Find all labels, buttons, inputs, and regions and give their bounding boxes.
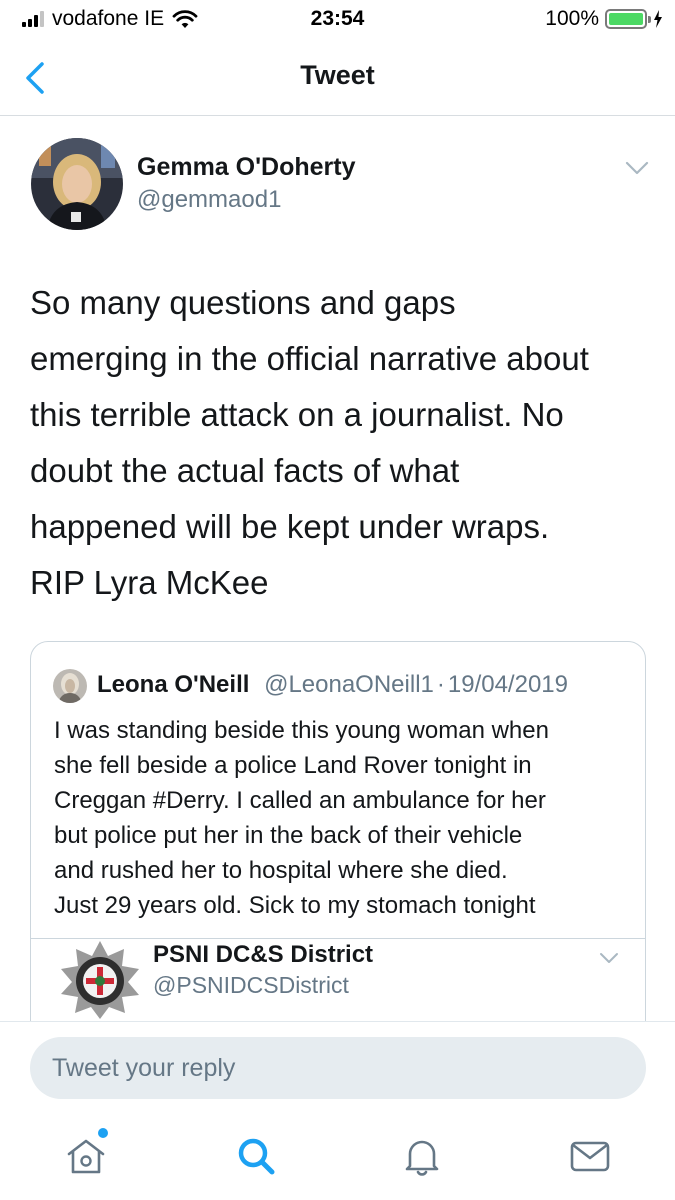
- tab-notifications[interactable]: [398, 1132, 446, 1180]
- page-title: Tweet: [300, 60, 375, 90]
- quoted-text-line: Just 29 years old. Sick to my stomach to…: [54, 892, 536, 919]
- psni-badge-avatar: [59, 939, 141, 1021]
- quoted-meta-separator: ·: [436, 671, 445, 698]
- quoted-text-line: and rushed her to hospital where she die…: [54, 857, 508, 884]
- chevron-down-icon: [600, 953, 618, 963]
- quoted-author-handle: @LeonaONeill1: [264, 671, 434, 698]
- quoted-text-line: I was standing beside this young woman w…: [54, 717, 549, 744]
- tweet-text: So many questions and gaps emerging in t…: [30, 275, 660, 611]
- author-handle: @gemmaod1: [137, 186, 282, 213]
- author-avatar[interactable]: [31, 138, 123, 230]
- quoted-text-line: but police put her in the back of their …: [54, 822, 523, 849]
- tweet-text-line: emerging in the official narrative about: [30, 340, 589, 377]
- status-right: 100%: [545, 7, 663, 31]
- quoted-tweet-date: 19/04/2019: [447, 671, 568, 698]
- tab-search[interactable]: [232, 1132, 280, 1180]
- quoted-text-line: Creggan #Derry. I called an ambulance fo…: [54, 787, 546, 814]
- notifications-icon: [405, 1140, 439, 1176]
- embedded-author-handle: @PSNIDCSDistrict: [153, 972, 349, 998]
- reply-and-tab-bar: [0, 1021, 675, 1200]
- quoted-tweet-text: I was standing beside this young woman w…: [54, 713, 634, 923]
- tweet-text-line: RIP Lyra McKee: [30, 564, 269, 601]
- quoted-text-line: she fell beside a police Land Rover toni…: [54, 752, 532, 779]
- tweet-text-line: happened will be kept under wraps.: [30, 508, 550, 545]
- messages-icon: [570, 1141, 610, 1172]
- search-icon: [238, 1138, 275, 1175]
- home-notification-dot: [98, 1128, 108, 1138]
- tweet-detail-screen: vodafone IE 23:54 100% Tweet Gemma O'Doh…: [0, 0, 675, 1200]
- tweet-text-line: this terrible attack on a journalist. No: [30, 396, 564, 433]
- quoted-tweet-header: Leona O'Neill @LeonaONeill1 · 19/04/2019: [97, 671, 568, 699]
- quoted-author-avatar: [53, 669, 87, 703]
- navigation-bar: Tweet: [0, 40, 675, 116]
- charging-bolt-icon: [654, 10, 662, 28]
- battery-percent: 100%: [545, 7, 599, 30]
- home-icon: [67, 1139, 105, 1174]
- embedded-author-name: PSNI DC&S District: [153, 941, 374, 968]
- tweet-text-line: doubt the actual facts of what: [30, 452, 460, 489]
- battery-icon: [605, 9, 651, 29]
- embedded-options-button[interactable]: [599, 951, 619, 965]
- reply-input[interactable]: [30, 1037, 646, 1099]
- chevron-down-icon: [625, 161, 649, 175]
- quoted-tweet[interactable]: Leona O'Neill @LeonaONeill1 · 19/04/2019 I…: [30, 641, 646, 1061]
- battery-level: [609, 13, 643, 25]
- tab-home[interactable]: [62, 1128, 110, 1180]
- tweet-text-line: So many questions and gaps: [30, 284, 456, 321]
- quoted-author-name: Leona O'Neill: [97, 671, 250, 698]
- tweet-options-button[interactable]: [625, 160, 649, 176]
- status-bar: vodafone IE 23:54 100%: [0, 0, 675, 40]
- author-name[interactable]: Gemma O'Doherty: [137, 153, 356, 182]
- tab-messages[interactable]: [566, 1132, 614, 1180]
